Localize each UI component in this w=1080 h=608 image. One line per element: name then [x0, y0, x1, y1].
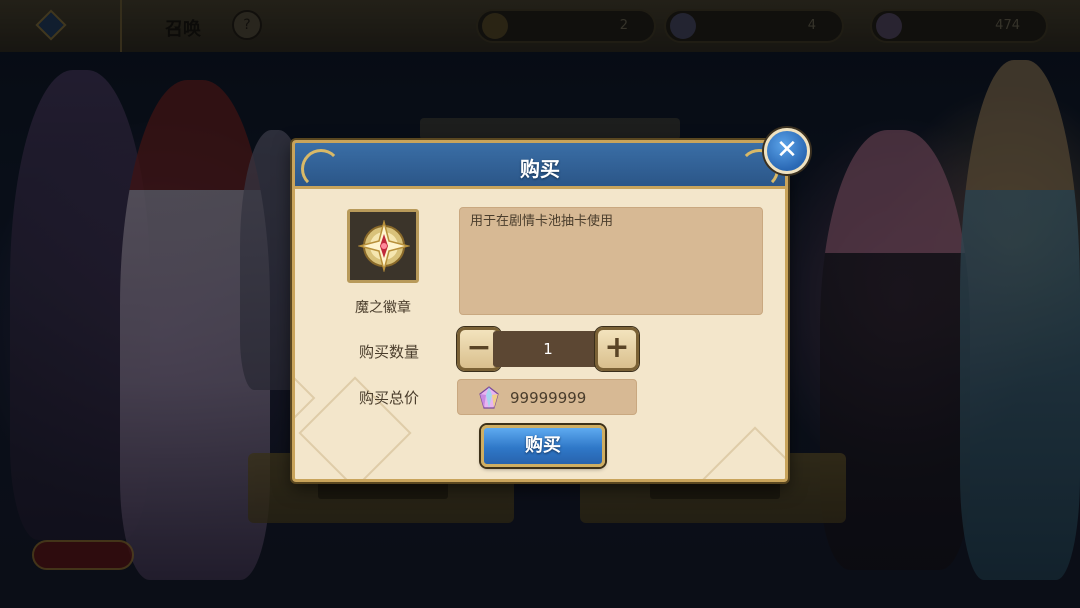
- quantity-value[interactable]: 1: [493, 331, 603, 367]
- total-price-field: 99999999: [457, 379, 637, 415]
- buy-button[interactable]: 购买: [481, 425, 605, 467]
- quantity-label: 购买数量: [358, 343, 419, 361]
- magic-badge-icon: [358, 220, 410, 272]
- item-icon-frame: [347, 209, 419, 283]
- dialog-title: 购买: [520, 157, 560, 181]
- item-name: 魔之徽章: [355, 300, 411, 316]
- quantity-stepper: − 1 +: [457, 327, 639, 371]
- purchase-dialog: 购买 魔之徽章 用于在剧情卡池抽卡使用 购买数量 − 1 + 购买总价 9999…: [292, 140, 788, 482]
- increase-quantity-button[interactable]: +: [595, 327, 639, 371]
- close-dialog-button[interactable]: ✕: [764, 128, 810, 174]
- total-price-value: 99999999: [510, 389, 587, 407]
- item-description: 用于在剧情卡池抽卡使用: [459, 207, 763, 315]
- crystal-icon: [479, 386, 499, 409]
- dialog-header: 购买: [295, 143, 785, 189]
- total-price-label: 购买总价: [358, 389, 419, 407]
